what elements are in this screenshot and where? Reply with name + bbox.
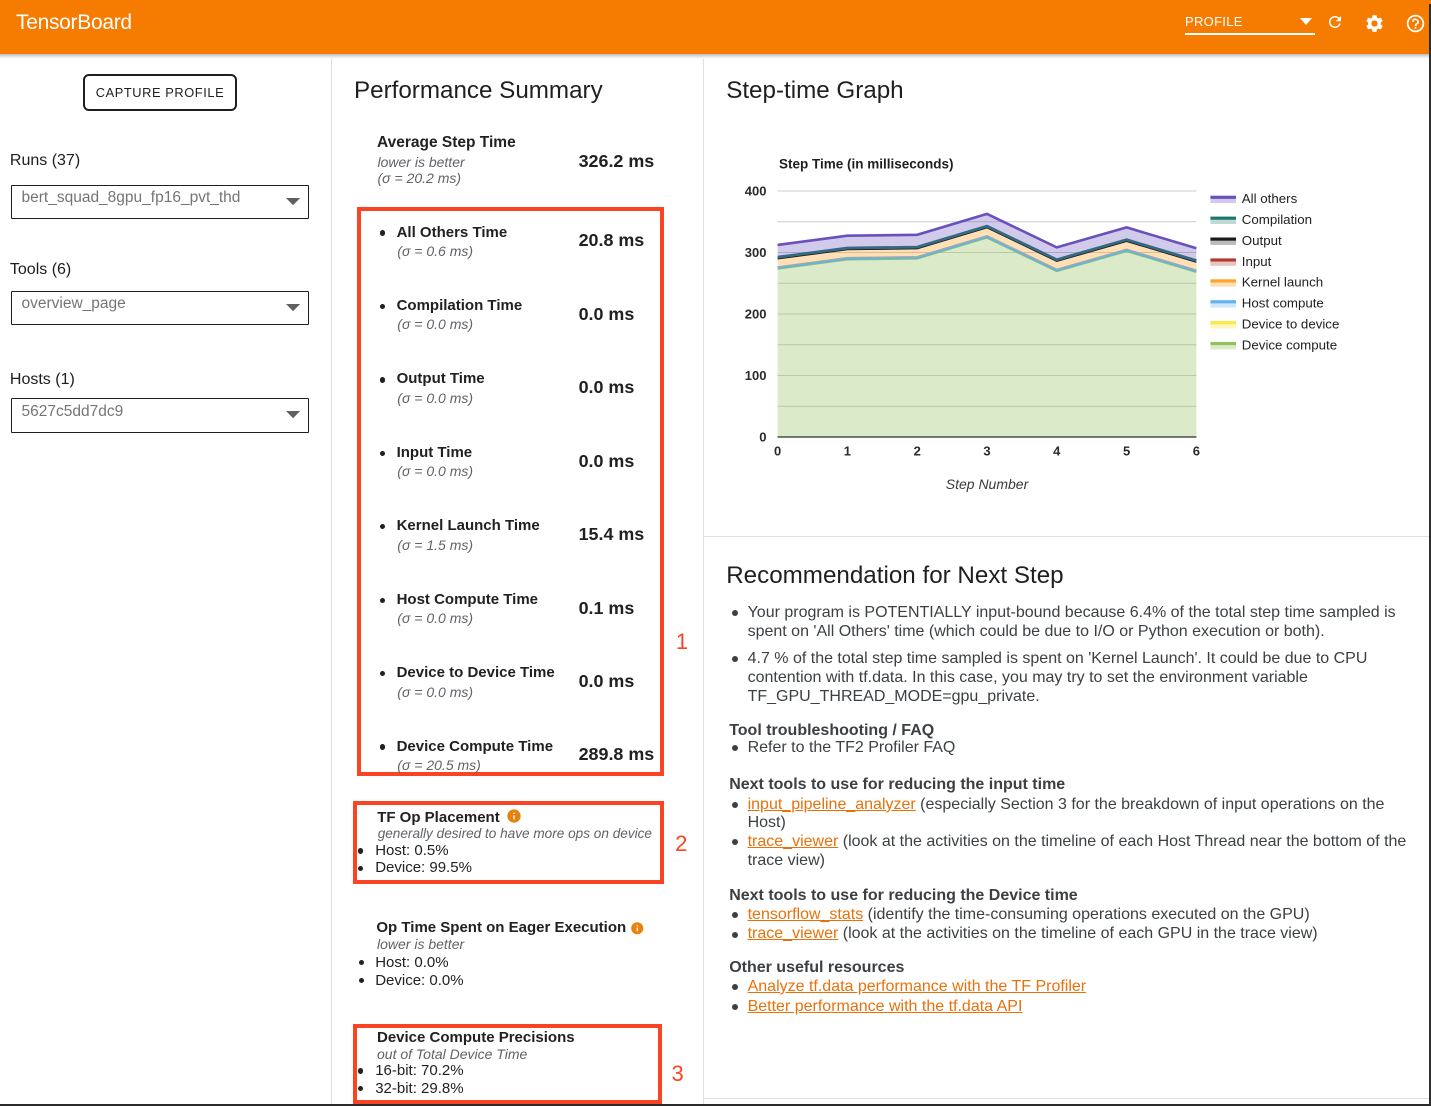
svg-text:3: 3 [983, 444, 990, 459]
svg-text:Step Number: Step Number [946, 476, 1030, 492]
svg-text:300: 300 [745, 245, 767, 260]
svg-text:Host compute: Host compute [1242, 296, 1324, 311]
svg-text:Input: Input [1242, 254, 1272, 269]
svg-text:Kernel launch: Kernel launch [1242, 275, 1323, 290]
svg-text:5: 5 [1123, 444, 1130, 459]
svg-text:All others: All others [1242, 191, 1298, 206]
svg-text:4: 4 [1053, 444, 1061, 459]
svg-text:400: 400 [745, 184, 767, 199]
svg-text:0: 0 [774, 444, 781, 459]
svg-text:0: 0 [759, 430, 766, 445]
svg-text:6: 6 [1193, 444, 1200, 459]
svg-text:100: 100 [745, 368, 767, 383]
svg-text:Step Time (in milliseconds): Step Time (in milliseconds) [779, 156, 954, 171]
svg-text:Device to device: Device to device [1242, 317, 1340, 332]
svg-text:200: 200 [745, 307, 767, 322]
svg-text:Output: Output [1242, 233, 1282, 248]
svg-text:2: 2 [914, 444, 921, 459]
svg-text:Device compute: Device compute [1242, 337, 1337, 352]
svg-text:Compilation: Compilation [1242, 212, 1312, 227]
svg-text:1: 1 [844, 444, 851, 459]
